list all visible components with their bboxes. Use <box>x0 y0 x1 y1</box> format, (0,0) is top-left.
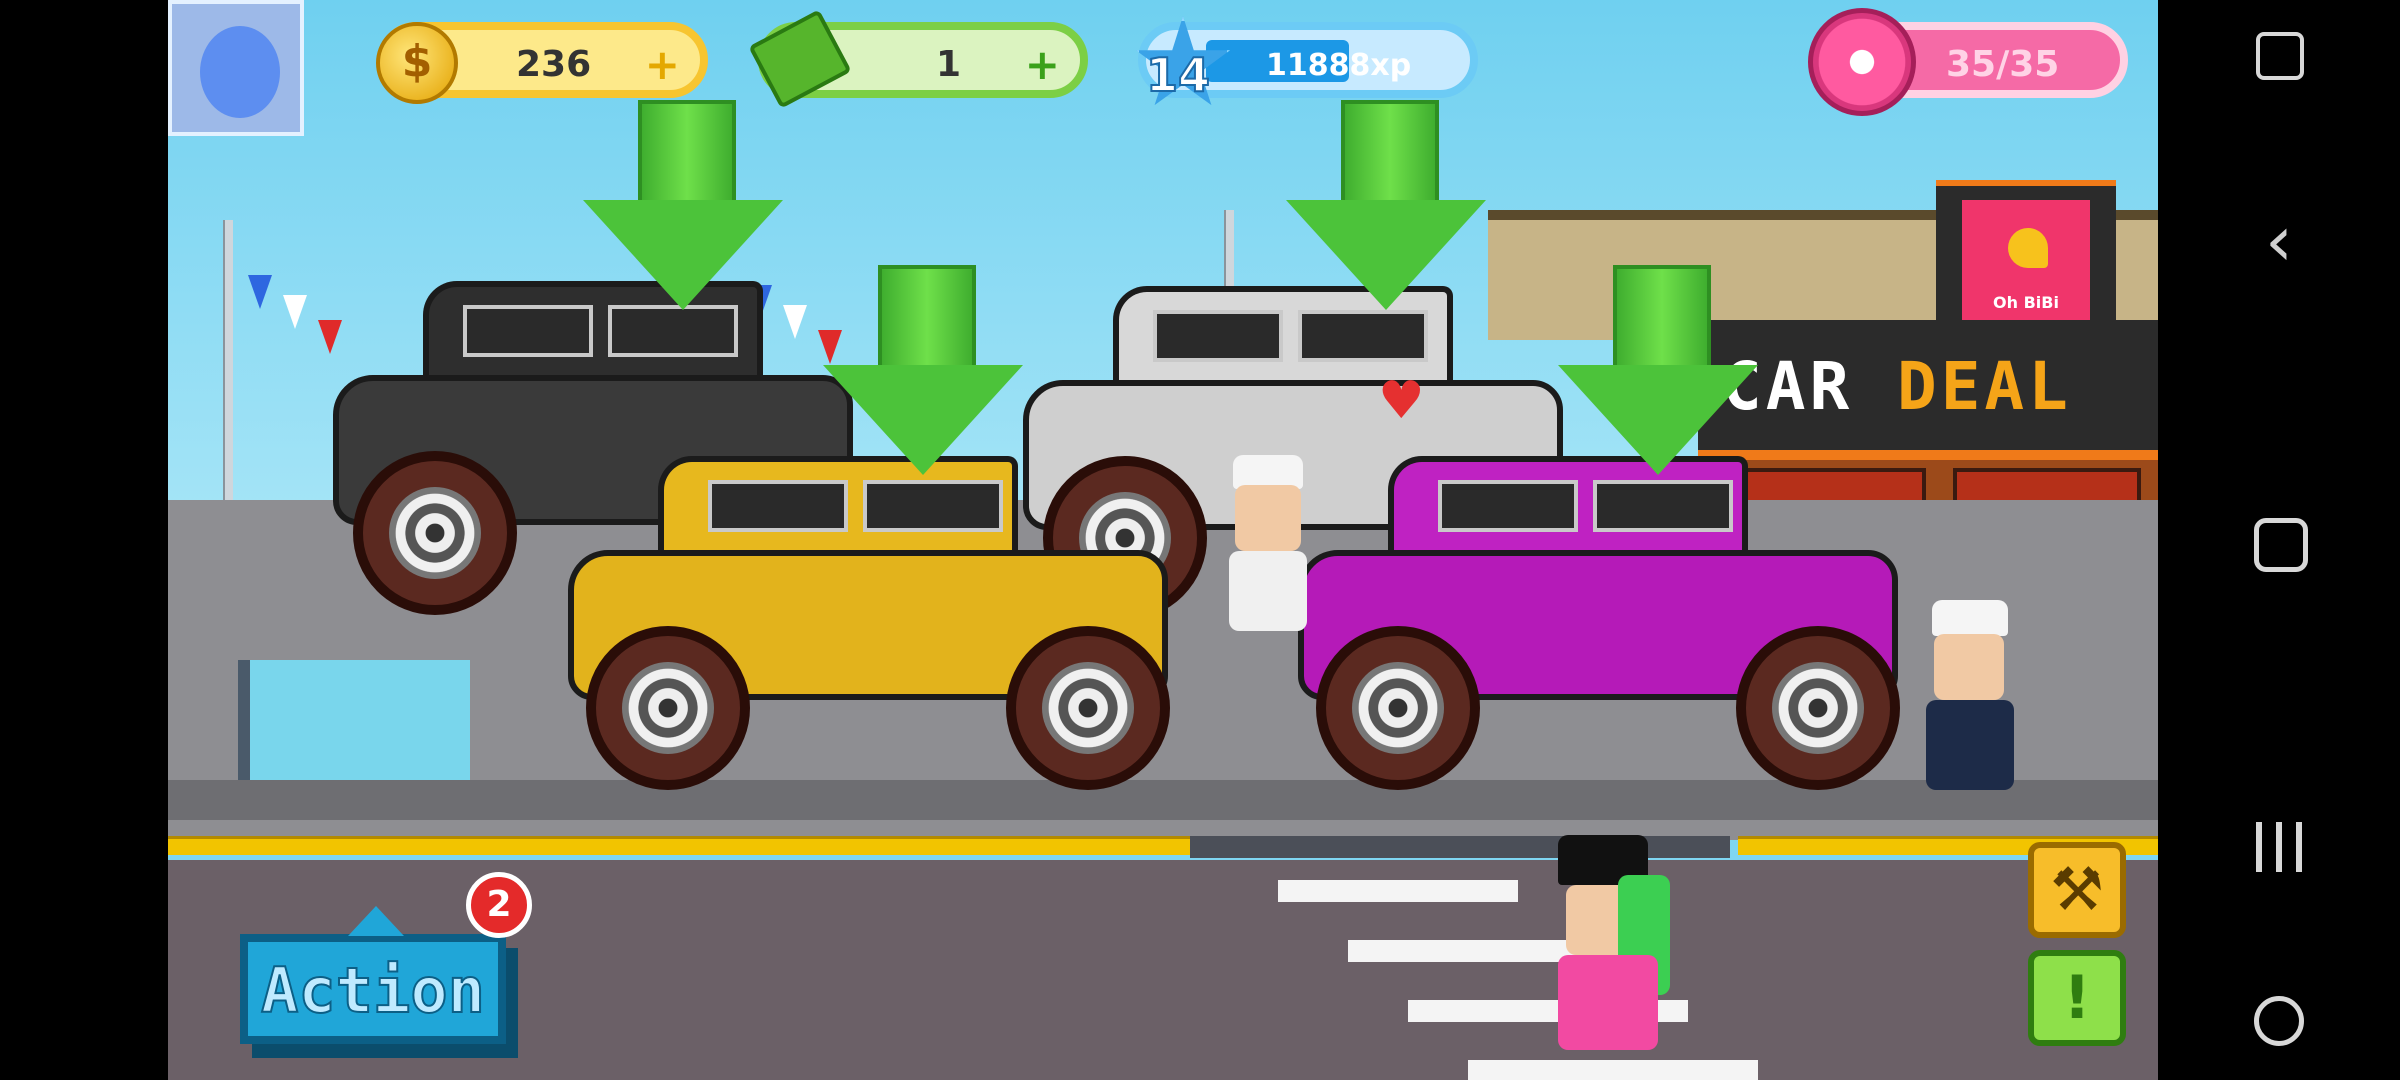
screen-tool-icon[interactable] <box>2256 32 2304 80</box>
car-window <box>1438 480 1578 532</box>
add-cash-button[interactable]: + <box>1025 42 1060 88</box>
store-sign-text: CAR DEAL <box>1722 348 2072 425</box>
oh-bibi-logo: Oh BiBi <box>1962 200 2090 322</box>
notification-badge: 2 <box>466 872 532 938</box>
water-wall <box>238 660 470 800</box>
crosswalk-stripe <box>1278 880 1518 902</box>
profile-avatar-button[interactable] <box>168 0 304 136</box>
game-tools-icon[interactable] <box>2254 996 2304 1046</box>
car-wheel <box>1316 626 1480 790</box>
suv-car-magenta[interactable] <box>1298 440 1900 790</box>
add-coins-button[interactable]: + <box>645 42 680 88</box>
car-window <box>608 305 738 357</box>
character-hat <box>1233 455 1303 489</box>
game-viewport[interactable]: Oh BiBi CAR DEAL ♥ $ 236 + 1 + 14 11888x… <box>168 0 2158 1080</box>
character-hat <box>1932 600 2008 636</box>
xp-bar[interactable]: 14 11888xp <box>1135 16 1478 106</box>
left-letterbox <box>0 0 168 1080</box>
green-down-arrow-icon[interactable] <box>823 265 1023 475</box>
arrow-stem <box>1613 265 1711 379</box>
donut-icon <box>1808 8 1916 116</box>
store-logo-frame: Oh BiBi <box>1936 180 2116 336</box>
back-icon[interactable]: ‹ <box>2158 200 2400 282</box>
donut-counter[interactable]: 35/35 <box>1808 8 2128 116</box>
character-head <box>1235 485 1301 551</box>
lot-edge <box>168 780 2158 820</box>
car-wheel <box>1736 626 1900 790</box>
arrow-stem <box>1341 100 1439 214</box>
curb-stripe <box>168 836 1190 855</box>
car-wheel <box>353 451 517 615</box>
car-window <box>1593 480 1733 532</box>
android-navigation-bar: ‹ <box>2158 0 2400 1080</box>
pennant-flag <box>248 275 272 309</box>
character-body <box>1926 700 2014 790</box>
store-sign: CAR DEAL <box>1698 320 2158 460</box>
pennant-flag <box>283 295 307 329</box>
logo-text: Oh BiBi <box>1993 293 2059 312</box>
arrow-stem <box>638 100 736 214</box>
avatar-icon <box>200 26 280 118</box>
cash-value: 1 <box>936 44 962 85</box>
car-window <box>1298 310 1428 362</box>
wrench-icon: ⚒ <box>2050 855 2104 925</box>
arrow-head <box>1286 200 1486 310</box>
customer-character[interactable] <box>1920 600 2020 830</box>
arrow-head <box>1558 365 1758 475</box>
donut-value: 35/35 <box>1946 44 2060 85</box>
wrench-button[interactable]: ⚒ <box>2028 842 2126 938</box>
salesman-character[interactable] <box>1223 455 1313 655</box>
car-window <box>863 480 1003 532</box>
action-up-arrow-icon <box>348 906 404 936</box>
player-character[interactable] <box>1538 835 1678 1080</box>
xp-value: 11888xp <box>1266 48 1412 83</box>
arrow-head <box>583 200 783 310</box>
arrow-head <box>823 365 1023 475</box>
coins-counter[interactable]: $ 236 + <box>376 22 708 104</box>
character-body <box>1558 955 1658 1050</box>
alert-button[interactable]: ! <box>2028 950 2126 1046</box>
car-wheel <box>1006 626 1170 790</box>
arrow-stem <box>878 265 976 379</box>
character-body <box>1229 551 1307 631</box>
green-down-arrow-icon[interactable] <box>1286 100 1486 310</box>
recents-icon[interactable] <box>2256 822 2304 872</box>
level-value: 14 <box>1145 47 1211 103</box>
car-window <box>708 480 848 532</box>
character-head <box>1934 634 2004 700</box>
green-down-arrow-icon[interactable] <box>583 100 783 310</box>
cash-counter[interactable]: 1 + <box>748 9 1088 109</box>
green-down-arrow-icon[interactable] <box>1558 265 1758 475</box>
car-window <box>1153 310 1283 362</box>
action-button[interactable]: Action <box>240 906 506 1044</box>
coins-value: 236 <box>516 44 592 85</box>
flag-pole <box>223 220 233 510</box>
alert-icon: ! <box>2063 963 2091 1033</box>
heart-icon: ♥ <box>1378 371 1425 431</box>
car-window <box>463 305 593 357</box>
coin-icon: $ <box>376 22 458 104</box>
home-icon[interactable] <box>2254 518 2308 572</box>
action-button-label: Action <box>260 953 486 1028</box>
flame-icon <box>2008 228 2048 268</box>
suv-car-yellow[interactable] <box>568 440 1170 790</box>
car-wheel <box>586 626 750 790</box>
